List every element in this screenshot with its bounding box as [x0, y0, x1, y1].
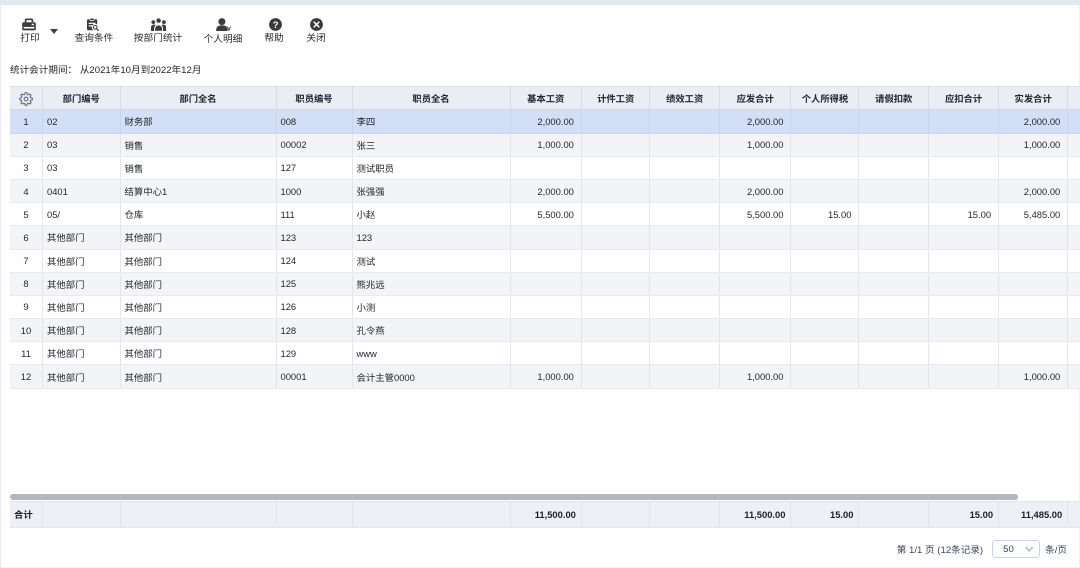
svg-text:?: ?: [272, 19, 278, 30]
svg-text:v: v: [227, 23, 231, 31]
